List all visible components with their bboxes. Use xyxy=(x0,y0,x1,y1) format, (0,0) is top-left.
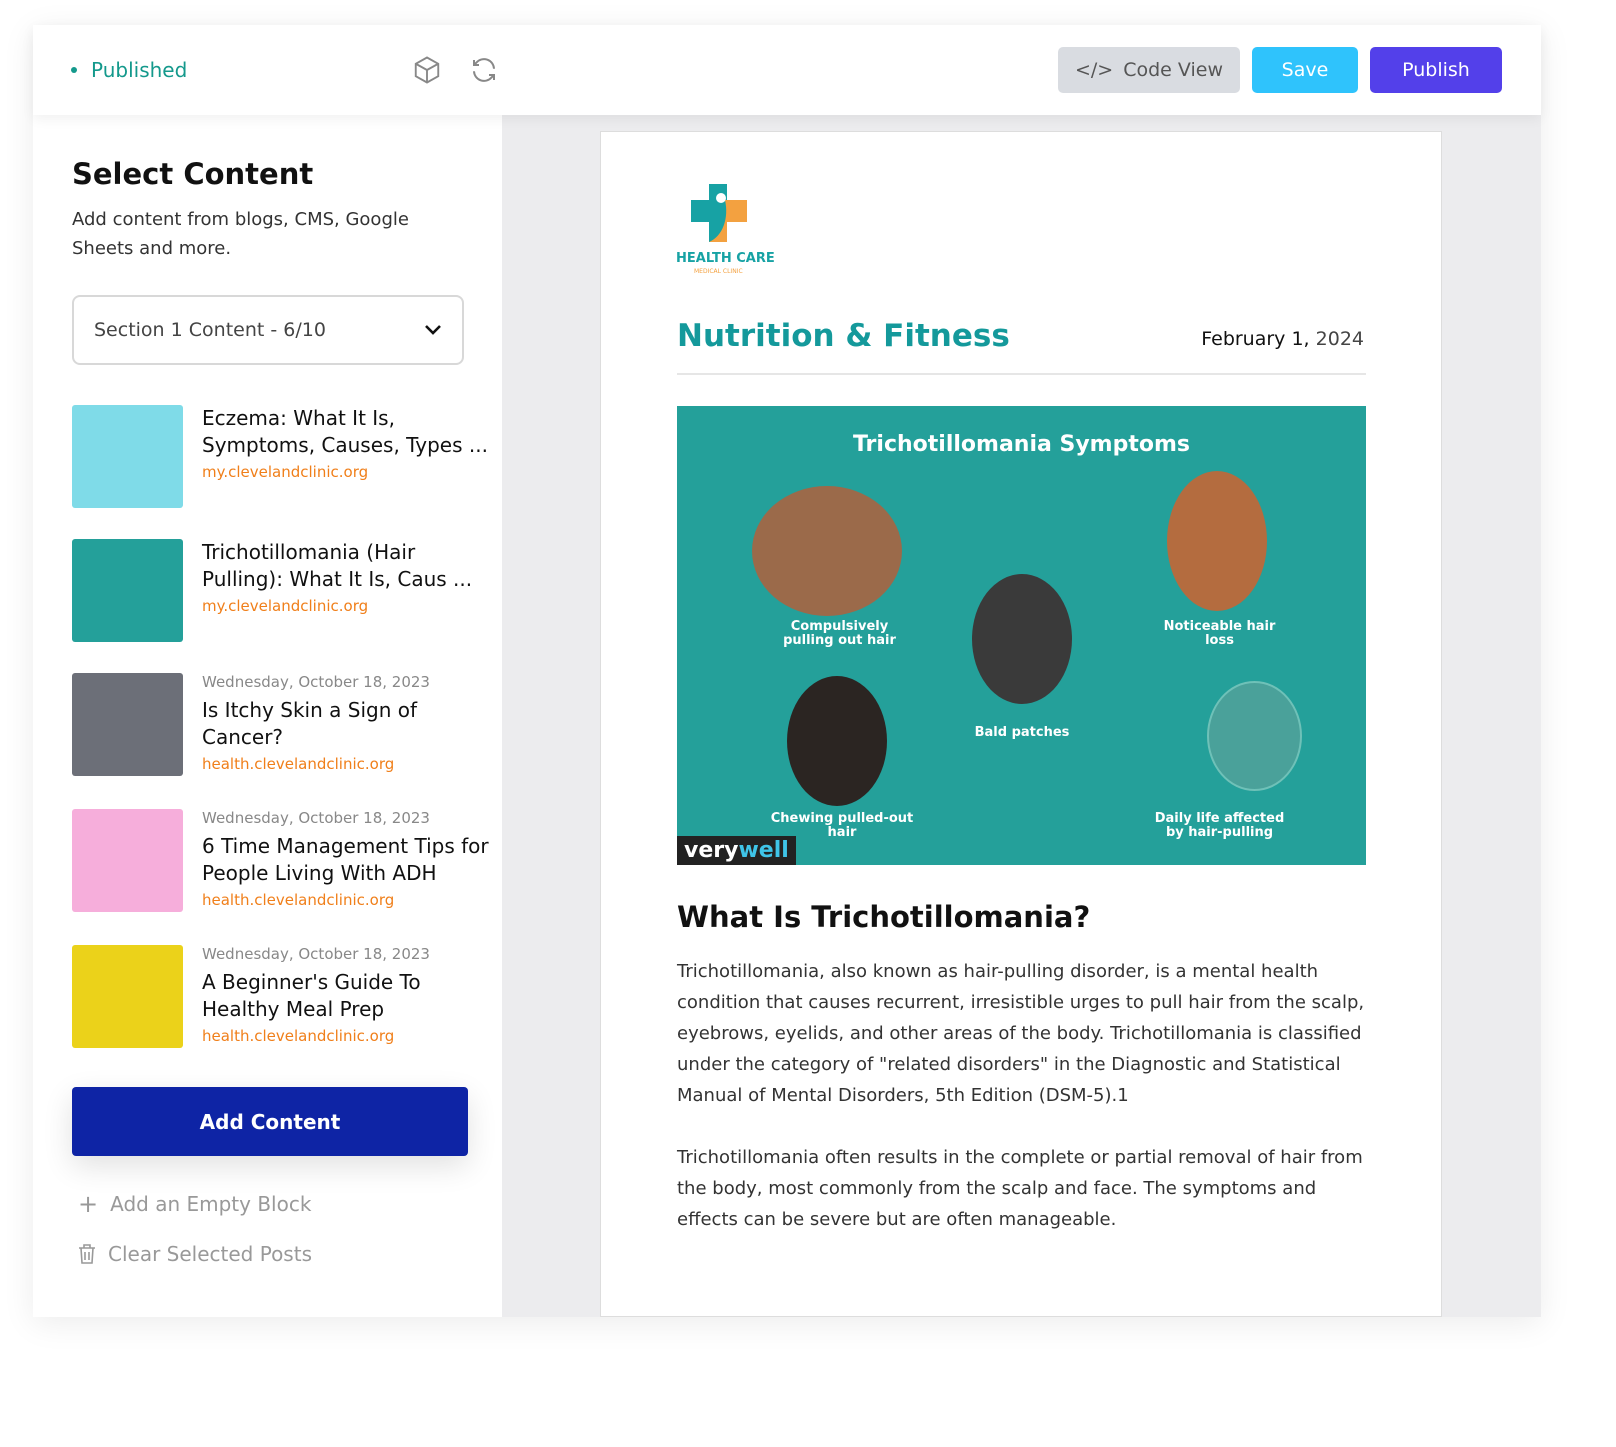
code-icon: </> xyxy=(1074,59,1114,81)
category-title: Nutrition & Fitness xyxy=(677,318,1010,354)
trash-icon xyxy=(79,1244,95,1264)
article-heading: What Is Trichotillomania? xyxy=(677,900,1091,934)
content-thumbnail xyxy=(72,673,183,776)
status-label: Published xyxy=(91,58,188,82)
content-title: A Beginner's Guide To Healthy Meal Prep xyxy=(202,970,421,1021)
hero-label: Compulsively pulling out hair xyxy=(783,619,896,648)
hero-image: Trichotillomania Symptoms Compulsively p… xyxy=(677,406,1366,865)
logo-tagline: MEDICAL CLINIC xyxy=(694,268,743,275)
app-window: Published </> Code View Save Publish Sele… xyxy=(33,25,1541,1317)
sidebar: Select Content Add content from blogs, C… xyxy=(33,115,502,1317)
hero-label: Daily life affected by hair-pulling xyxy=(1154,811,1285,840)
date-year: 2024 xyxy=(1315,328,1364,350)
content-info: Wednesday, October 18, 2023 6 Time Manag… xyxy=(202,809,492,909)
save-button[interactable]: Save xyxy=(1252,47,1358,93)
content-source[interactable]: health.clevelandclinic.org xyxy=(202,1027,492,1045)
brand-a: very xyxy=(684,838,739,863)
divider xyxy=(677,373,1366,375)
content-item[interactable]: Wednesday, October 18, 2023 A Beginner's… xyxy=(72,945,492,1049)
paragraph: Trichotillomania often results in the co… xyxy=(677,1147,1363,1230)
content-date: Wednesday, October 18, 2023 xyxy=(202,809,430,827)
section-select-value: Section 1 Content - 6/10 xyxy=(94,319,326,341)
figure-hairloss xyxy=(1167,471,1267,611)
content-date: Wednesday, October 18, 2023 xyxy=(202,673,430,691)
content-title: Is Itchy Skin a Sign of Cancer? xyxy=(202,698,418,749)
content-item[interactable]: Trichotillomania (Hair Pulling): What It… xyxy=(72,539,492,643)
hero-label: Noticeable hair loss xyxy=(1163,619,1276,648)
sidebar-title: Select Content xyxy=(72,157,314,191)
figure-chewing xyxy=(787,676,887,806)
content-item[interactable]: Wednesday, October 18, 2023 Is Itchy Ski… xyxy=(72,673,492,777)
verywell-logo: verywell xyxy=(677,836,796,865)
cube-icon[interactable] xyxy=(412,55,442,85)
add-empty-label: Add an Empty Block xyxy=(110,1192,312,1216)
content-info: Eczema: What It Is, Symptoms, Causes, Ty… xyxy=(202,405,492,481)
logo-name: HEALTH CARE xyxy=(676,251,775,266)
content-thumbnail xyxy=(72,809,183,912)
content-info: Trichotillomania (Hair Pulling): What It… xyxy=(202,539,492,615)
figure-bald xyxy=(972,574,1072,704)
refresh-icon[interactable] xyxy=(469,55,499,85)
article-body: Trichotillomania, also known as hair-pul… xyxy=(677,956,1369,1266)
add-content-button[interactable]: Add Content xyxy=(72,1087,468,1156)
preview-area: HEALTH CARE MEDICAL CLINIC Nutrition & F… xyxy=(502,115,1541,1317)
hero-label: Bald patches xyxy=(974,725,1070,740)
figure-pulling xyxy=(752,486,902,616)
paragraph: Trichotillomania, also known as hair-pul… xyxy=(677,961,1365,1106)
top-bar: Published </> Code View Save Publish xyxy=(33,25,1541,115)
figure-daily-life xyxy=(1207,681,1302,791)
code-view-button[interactable]: </> Code View xyxy=(1058,47,1240,93)
plus-icon: + xyxy=(78,1190,99,1218)
content-source[interactable]: health.clevelandclinic.org xyxy=(202,755,492,773)
content-item[interactable]: Wednesday, October 18, 2023 6 Time Manag… xyxy=(72,809,492,913)
content-source[interactable]: my.clevelandclinic.org xyxy=(202,463,492,481)
newsletter-preview: HEALTH CARE MEDICAL CLINIC Nutrition & F… xyxy=(600,131,1442,1317)
content-thumbnail xyxy=(72,405,183,508)
content-title: 6 Time Management Tips for People Living… xyxy=(202,834,489,885)
issue-date: February 1, 2024 xyxy=(1201,328,1364,350)
logo-cross-icon xyxy=(691,184,747,242)
date-month-day: February 1, xyxy=(1201,328,1310,350)
status-dot xyxy=(71,67,77,73)
brand-b: well xyxy=(738,838,789,863)
hero-title: Trichotillomania Symptoms xyxy=(852,432,1191,457)
clear-label: Clear Selected Posts xyxy=(108,1242,312,1266)
content-thumbnail xyxy=(72,539,183,642)
code-view-label: Code View xyxy=(1123,59,1224,81)
publish-button[interactable]: Publish xyxy=(1370,47,1502,93)
health-care-logo: HEALTH CARE MEDICAL CLINIC xyxy=(676,182,775,282)
content-item[interactable]: Eczema: What It Is, Symptoms, Causes, Ty… xyxy=(72,405,492,509)
content-title: Eczema: What It Is, Symptoms, Causes, Ty… xyxy=(202,406,488,457)
content-source[interactable]: health.clevelandclinic.org xyxy=(202,891,492,909)
content-date: Wednesday, October 18, 2023 xyxy=(202,945,430,963)
sidebar-subtitle: Add content from blogs, CMS, Google Shee… xyxy=(72,209,409,259)
content-title: Trichotillomania (Hair Pulling): What It… xyxy=(202,540,473,591)
section-select[interactable]: Section 1 Content - 6/10 xyxy=(72,295,464,365)
content-info: Wednesday, October 18, 2023 A Beginner's… xyxy=(202,945,492,1045)
chevron-down-icon xyxy=(425,325,441,335)
content-source[interactable]: my.clevelandclinic.org xyxy=(202,597,492,615)
status-indicator: Published xyxy=(71,58,187,82)
clear-selected-posts-button[interactable]: Clear Selected Posts xyxy=(78,1242,312,1266)
content-info: Wednesday, October 18, 2023 Is Itchy Ski… xyxy=(202,673,492,773)
content-thumbnail xyxy=(72,945,183,1048)
add-empty-block-button[interactable]: + Add an Empty Block xyxy=(78,1190,311,1218)
